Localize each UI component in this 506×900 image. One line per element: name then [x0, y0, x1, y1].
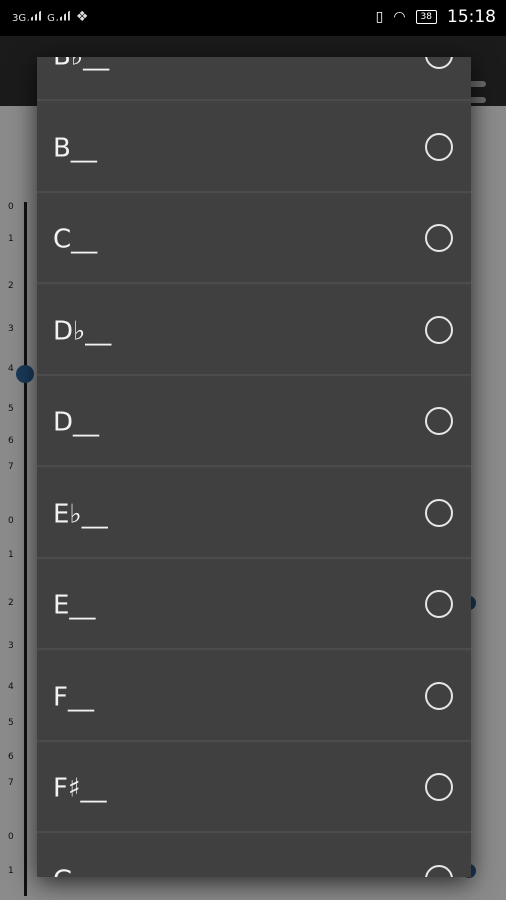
string-number: 4	[8, 364, 14, 374]
key-option-label: E♭__	[53, 499, 108, 529]
string-number: 0	[8, 202, 14, 212]
wifi-icon: ◠	[393, 9, 406, 25]
key-option-label: E__	[53, 590, 96, 621]
radio-button-icon[interactable]	[425, 681, 453, 710]
key-option-item[interactable]: F♯__	[37, 743, 471, 833]
vibrate-icon: ▯	[375, 9, 384, 25]
key-option-item[interactable]: B♭__	[37, 57, 471, 101]
status-bar: 3G G ❖ ▯ ◠ 38 15:18	[0, 0, 506, 36]
status-left: 3G G ❖	[12, 9, 88, 25]
string-number: 1	[8, 866, 14, 876]
radio-button-icon[interactable]	[425, 224, 453, 252]
key-option-label: D♭__	[53, 316, 112, 346]
key-selection-dialog: B♭__ B__ C__ D♭__ D__ E♭__ E__ F__ F♯__ G__	[37, 57, 471, 877]
clock: 15:18	[447, 7, 496, 27]
fret-line	[24, 526, 27, 896]
signal-icon	[27, 10, 42, 21]
key-option-label: B__	[53, 133, 97, 163]
key-option-item[interactable]: B__	[37, 102, 471, 193]
string-number: 1	[8, 550, 14, 560]
key-option-item[interactable]: D♭__	[37, 285, 471, 376]
key-option-label: F♯__	[53, 773, 107, 804]
radio-button-icon[interactable]	[425, 407, 453, 435]
string-number: 3	[8, 641, 14, 651]
string-number: 6	[8, 752, 14, 762]
string-number: 4	[8, 682, 14, 692]
radio-button-icon[interactable]	[425, 57, 453, 69]
key-option-label: B♭__	[53, 57, 109, 72]
finger-position-dot	[16, 365, 34, 383]
string-number: 7	[8, 462, 14, 472]
battery-icon: 38	[415, 10, 437, 24]
string-number: 5	[8, 404, 14, 414]
radio-button-icon[interactable]	[425, 773, 453, 801]
string-number: 2	[8, 598, 14, 608]
string-number: 7	[8, 778, 14, 788]
signal-icon	[55, 10, 70, 21]
key-option-label: F__	[53, 682, 94, 712]
key-option-item[interactable]: D__	[37, 377, 471, 467]
key-option-label: C__	[53, 224, 98, 255]
dropbox-icon: ❖	[75, 9, 89, 25]
string-number: 1	[8, 234, 14, 244]
radio-button-icon[interactable]	[425, 864, 453, 877]
fret-line	[24, 202, 27, 574]
string-number: 3	[8, 324, 14, 334]
radio-button-icon[interactable]	[425, 498, 453, 527]
key-option-item[interactable]: G__	[37, 834, 471, 877]
network-2: G	[47, 10, 70, 24]
string-number: 2	[8, 281, 14, 291]
radio-button-icon[interactable]	[425, 315, 453, 344]
string-number: 6	[8, 436, 14, 446]
radio-button-icon[interactable]	[425, 132, 453, 161]
string-number: 0	[8, 516, 14, 526]
network-1: 3G	[12, 10, 42, 24]
key-option-item[interactable]: E__	[37, 560, 471, 650]
key-option-item[interactable]: F__	[37, 651, 471, 742]
key-option-label: G__	[53, 865, 99, 877]
status-right: ▯ ◠ 38 15:18	[376, 7, 496, 27]
radio-button-icon[interactable]	[425, 590, 453, 618]
string-number: 5	[8, 718, 14, 728]
key-option-item[interactable]: E♭__	[37, 468, 471, 559]
key-option-label: D__	[53, 407, 100, 438]
string-number: 0	[8, 832, 14, 842]
key-option-item[interactable]: C__	[37, 194, 471, 284]
